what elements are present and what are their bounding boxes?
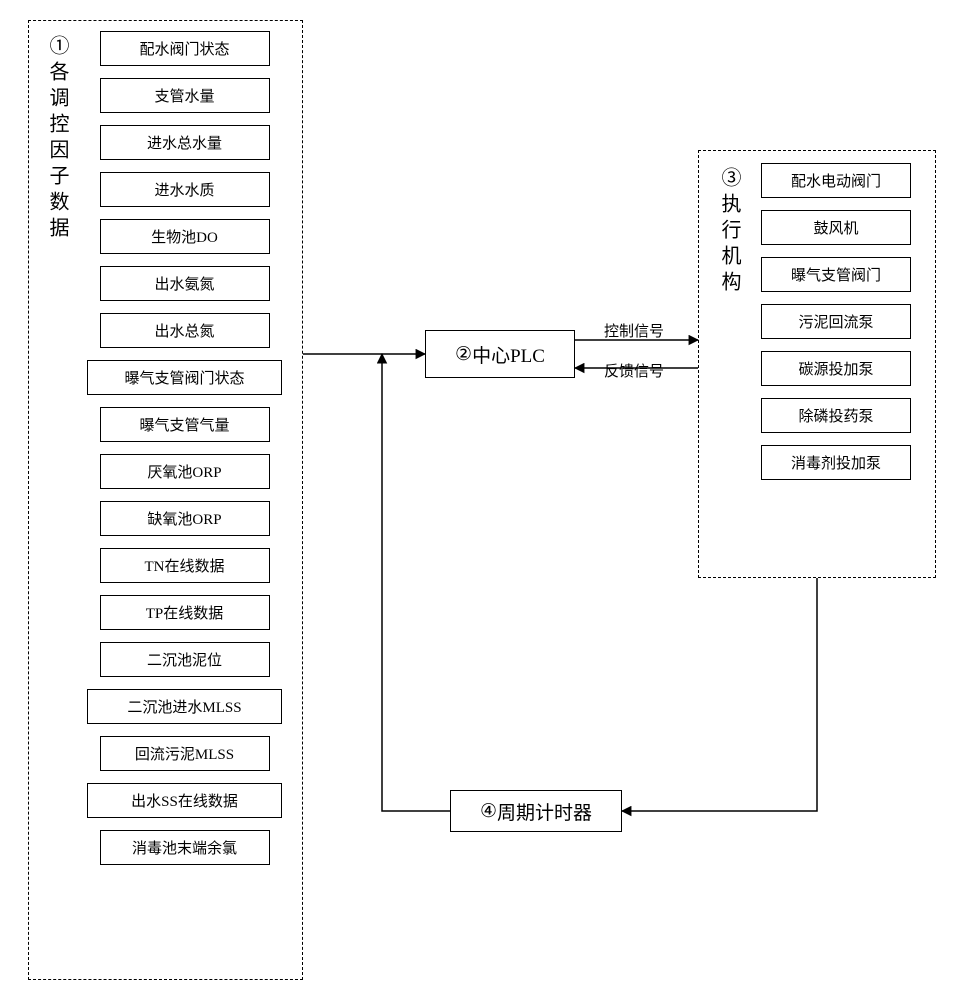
factor-item: 曝气支管气量 — [100, 407, 270, 442]
plc-label: 中心PLC — [472, 341, 545, 368]
panel-actuators: ③执行机构 配水电动阀门 鼓风机 曝气支管阀门 污泥回流泵 碳源投加泵 除磷投药… — [698, 150, 936, 578]
actuator-item: 除磷投药泵 — [761, 398, 911, 433]
edge-label-feedback: 反馈信号 — [602, 360, 666, 381]
factor-item: 出水总氮 — [100, 313, 270, 348]
factor-item: TN在线数据 — [100, 548, 270, 583]
factor-item: 出水SS在线数据 — [87, 783, 282, 818]
factor-item: 生物池DO — [100, 219, 270, 254]
panel-regulating-factors: ①各调控因子数据 配水阀门状态 支管水量 进水总水量 进水水质 生物池DO 出水… — [28, 20, 303, 980]
panel1-circled: ① — [46, 35, 68, 61]
factor-item: 缺氧池ORP — [100, 501, 270, 536]
factor-item: 进水总水量 — [100, 125, 270, 160]
edge-label-control: 控制信号 — [602, 320, 666, 341]
factor-item: 厌氧池ORP — [100, 454, 270, 489]
arrow-actuators-to-timer — [622, 578, 817, 811]
panel1-title: ①各调控因子数据 — [41, 31, 69, 877]
plc-circled: ② — [455, 343, 472, 366]
timer-circled: ④ — [480, 800, 497, 823]
panel3-title: ③执行机构 — [713, 163, 741, 492]
factor-item: 出水氨氮 — [100, 266, 270, 301]
cycle-timer-box: ④周期计时器 — [450, 790, 622, 832]
actuator-item: 鼓风机 — [761, 210, 911, 245]
factor-item: 二沉池进水MLSS — [87, 689, 282, 724]
factor-item: 支管水量 — [100, 78, 270, 113]
actuator-item: 碳源投加泵 — [761, 351, 911, 386]
panel3-title-text: 执行机构 — [718, 193, 740, 297]
panel3-items: 配水电动阀门 鼓风机 曝气支管阀门 污泥回流泵 碳源投加泵 除磷投药泵 消毒剂投… — [751, 163, 921, 492]
actuator-item: 消毒剂投加泵 — [761, 445, 911, 480]
actuator-item: 污泥回流泵 — [761, 304, 911, 339]
timer-label: 周期计时器 — [497, 798, 592, 825]
factor-item: 二沉池泥位 — [100, 642, 270, 677]
arrow-timer-to-plc-feedback — [382, 354, 450, 811]
panel1-items: 配水阀门状态 支管水量 进水总水量 进水水质 生物池DO 出水氨氮 出水总氮 曝… — [79, 31, 290, 877]
factor-item: TP在线数据 — [100, 595, 270, 630]
actuator-item: 曝气支管阀门 — [761, 257, 911, 292]
factor-item: 配水阀门状态 — [100, 31, 270, 66]
factor-item: 回流污泥MLSS — [100, 736, 270, 771]
panel3-circled: ③ — [718, 167, 740, 193]
diagram-canvas: ①各调控因子数据 配水阀门状态 支管水量 进水总水量 进水水质 生物池DO 出水… — [20, 20, 949, 980]
panel1-title-text: 各调控因子数据 — [46, 61, 68, 243]
actuator-item: 配水电动阀门 — [761, 163, 911, 198]
factor-item: 进水水质 — [100, 172, 270, 207]
factor-item: 曝气支管阀门状态 — [87, 360, 282, 395]
center-plc-box: ②中心PLC — [425, 330, 575, 378]
factor-item: 消毒池末端余氯 — [100, 830, 270, 865]
